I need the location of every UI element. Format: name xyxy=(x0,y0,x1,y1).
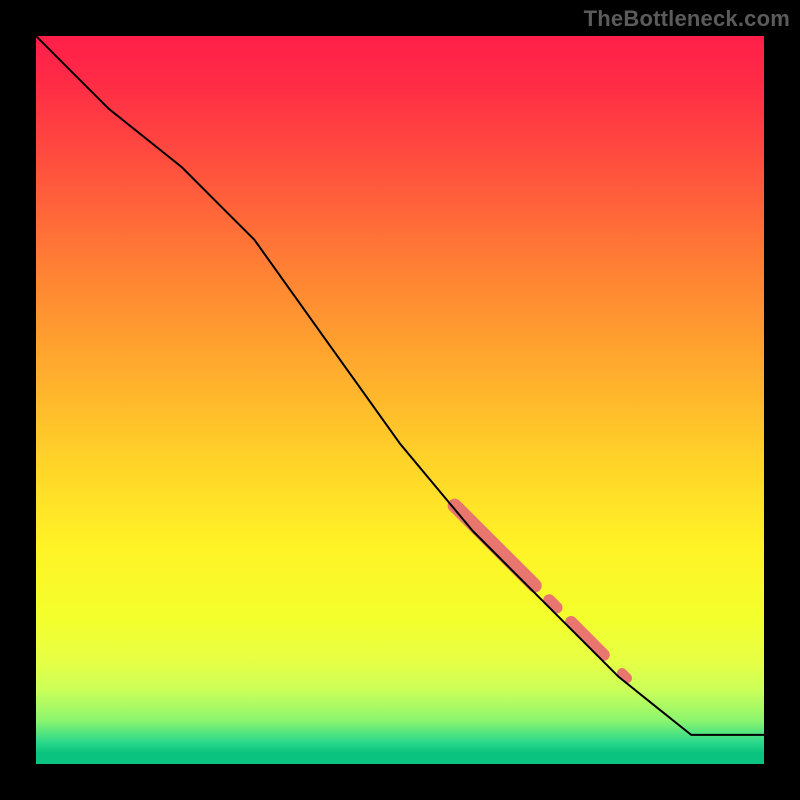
accent-thick-lower xyxy=(571,622,604,655)
main-curve-path xyxy=(36,36,764,735)
accent-dot-mid xyxy=(549,600,556,607)
chart-overlay xyxy=(36,36,764,764)
plot-area xyxy=(36,36,764,764)
accent-dot-bottom xyxy=(622,673,627,678)
accent-segments xyxy=(455,506,627,678)
watermark-text: TheBottleneck.com xyxy=(584,6,790,32)
chart-stage: TheBottleneck.com xyxy=(0,0,800,800)
accent-thick-upper xyxy=(455,506,535,586)
